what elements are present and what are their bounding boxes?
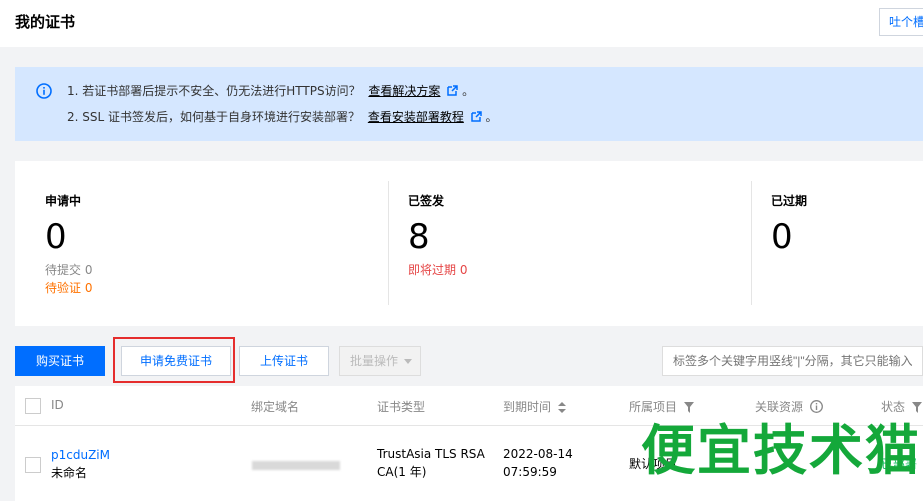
view-deploy-tutorial-link[interactable]: 查看安装部署教程: [368, 110, 464, 124]
buy-certificate-button[interactable]: 购买证书: [15, 346, 105, 376]
cert-type-line1: TrustAsia TLS RSA: [377, 447, 485, 461]
expire-date: 2022-08-14: [503, 447, 573, 461]
batch-operation-dropdown[interactable]: 批量操作: [339, 346, 421, 376]
stat-expiring-soon: 即将过期 0: [408, 263, 468, 277]
notice-banner: 1. 若证书部署后提示不安全、仍无法进行HTTPS访问？ 查看解决方案 。 2.…: [15, 67, 923, 141]
column-header-project[interactable]: 所属项目: [629, 398, 694, 415]
notice-text-2: 2. SSL 证书签发后，如何基于自身环境进行安装部署？: [67, 110, 360, 124]
stat-pending-verify: 待验证 0: [45, 281, 93, 295]
info-circle-icon[interactable]: [809, 400, 823, 413]
highlight-box: [113, 337, 235, 383]
search-input[interactable]: [662, 346, 923, 376]
filter-icon[interactable]: [911, 402, 922, 413]
certificate-name: 未命名: [51, 466, 88, 480]
select-all-checkbox[interactable]: [25, 398, 41, 414]
expire-time: 07:59:59: [503, 465, 557, 479]
column-header-domain: 绑定域名: [251, 400, 300, 414]
stat-expired-value: 0: [771, 217, 793, 257]
caret-down-icon: [404, 359, 412, 364]
notice-period-2: 。: [485, 110, 498, 124]
notice-line-2: 2. SSL 证书签发后，如何基于自身环境进行安装部署？ 查看安装部署教程 。: [67, 108, 498, 125]
column-header-cert-type: 证书类型: [377, 400, 426, 414]
stat-pending-label: 申请中: [45, 194, 82, 208]
batch-operation-label: 批量操作: [349, 354, 398, 368]
stat-expired[interactable]: 已过期 0: [771, 161, 921, 326]
column-header-resources-label: 关联资源: [755, 400, 804, 414]
column-header-status[interactable]: 状态: [881, 398, 922, 415]
upload-certificate-button[interactable]: 上传证书: [239, 346, 329, 376]
stat-pending-submit: 待提交 0: [45, 263, 93, 277]
column-header-status-label: 状态: [881, 400, 906, 414]
cert-type-line2: CA(1 年): [377, 465, 427, 479]
stats-divider: [388, 181, 389, 305]
stat-pending-value: 0: [45, 217, 67, 257]
external-link-icon: [447, 85, 459, 96]
stats-divider: [751, 181, 752, 305]
stat-expired-label: 已过期: [771, 194, 808, 208]
stat-issued-label: 已签发: [408, 194, 445, 208]
info-icon: [36, 83, 52, 99]
notice-line-1: 1. 若证书部署后提示不安全、仍无法进行HTTPS访问？ 查看解决方案 。: [67, 82, 474, 99]
page-title: 我的证书: [15, 13, 76, 31]
certificate-id-link[interactable]: p1cduZiM: [51, 446, 110, 464]
notice-text-1: 1. 若证书部署后提示不安全、仍无法进行HTTPS访问？: [67, 84, 361, 98]
row-checkbox[interactable]: [25, 457, 41, 473]
top-bar: 我的证书 吐个槽: [0, 0, 923, 47]
external-link-icon: [470, 111, 482, 122]
notice-period-1: 。: [462, 84, 475, 98]
watermark-text: 便宜技术猫: [641, 419, 921, 482]
column-header-id: ID: [51, 398, 64, 412]
view-solution-link[interactable]: 查看解决方案: [368, 84, 440, 98]
bound-domain-blurred: [252, 461, 340, 470]
stat-issued[interactable]: 已签发 8 即将过期 0: [408, 161, 738, 326]
feedback-button[interactable]: 吐个槽: [879, 8, 923, 36]
stat-pending[interactable]: 申请中 0 待提交 0 待验证 0: [45, 161, 375, 326]
column-header-expire-time[interactable]: 到期时间: [503, 398, 566, 415]
filter-icon[interactable]: [683, 402, 694, 413]
column-header-resources: 关联资源: [755, 398, 823, 415]
stat-issued-value: 8: [408, 217, 430, 257]
sort-icon[interactable]: [557, 402, 566, 413]
column-header-expire-time-label: 到期时间: [503, 400, 552, 414]
column-header-project-label: 所属项目: [629, 400, 678, 414]
stats-panel: 申请中 0 待提交 0 待验证 0 已签发 8 即将过期 0 已过期 0: [15, 161, 923, 326]
